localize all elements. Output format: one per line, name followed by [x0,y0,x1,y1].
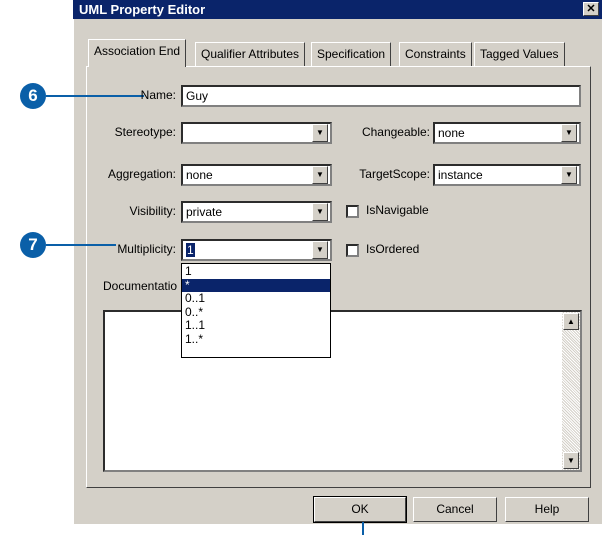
is-navigable-checkbox[interactable] [346,205,359,218]
close-icon[interactable]: ✕ [583,2,599,16]
chevron-down-icon[interactable]: ▼ [561,124,577,142]
scroll-up-icon[interactable]: ▲ [563,313,579,330]
stereotype-label: Stereotype: [114,125,176,139]
documentation-textarea[interactable] [103,310,582,472]
window-title: UML Property Editor [73,0,602,19]
multiplicity-dropdown-list: 1 * 0..1 0..* 1..1 1..* [181,263,331,358]
scroll-down-icon[interactable]: ▼ [563,452,579,469]
callout-pointer-line [362,522,364,535]
multiplicity-value: 1 [186,243,195,257]
callout-6: 6 [20,83,46,109]
cancel-button[interactable]: Cancel [413,497,497,522]
list-item[interactable]: 0..* [182,305,330,320]
chevron-down-icon[interactable]: ▼ [312,241,328,259]
chevron-down-icon[interactable]: ▼ [312,203,328,221]
tab-constraints[interactable]: Constraints [399,42,472,66]
help-button[interactable]: Help [505,497,589,522]
list-item[interactable]: 0..1 [182,292,330,306]
multiplicity-select[interactable]: 1 [181,239,332,261]
callout-7: 7 [20,232,46,258]
visibility-label: Visibility: [129,204,176,218]
is-ordered-checkbox[interactable] [346,244,359,257]
changeable-label: Changeable: [361,125,430,139]
ok-button[interactable]: OK [313,496,407,523]
tab-association-end[interactable]: Association End [88,39,187,67]
chevron-down-icon[interactable]: ▼ [561,166,577,184]
list-item[interactable]: 1..1 [182,319,330,333]
tab-tagged-values[interactable]: Tagged Values [474,42,565,66]
list-item[interactable]: 1 [182,265,330,279]
stereotype-select[interactable] [181,122,332,144]
changeable-select[interactable]: none [433,122,581,144]
is-navigable-label: IsNavigable [366,203,429,217]
tab-specification[interactable]: Specification [311,42,392,66]
target-scope-label: TargetScope: [359,167,430,181]
aggregation-select[interactable]: none [181,164,332,186]
aggregation-label: Aggregation: [107,167,176,181]
list-item[interactable]: 1..* [182,332,330,347]
tab-qualifier-attributes[interactable]: Qualifier Attributes [195,42,306,66]
name-label: Name: [140,88,176,102]
name-field[interactable]: Guy [181,85,581,107]
documentation-scrollbar[interactable] [562,312,580,470]
target-scope-select[interactable]: instance [433,164,581,186]
chevron-down-icon[interactable]: ▼ [312,124,328,142]
chevron-down-icon[interactable]: ▼ [312,166,328,184]
multiplicity-label: Multiplicity: [117,242,176,256]
is-ordered-label: IsOrdered [366,242,420,256]
visibility-select[interactable]: private [181,201,332,223]
list-item[interactable]: * [182,278,330,292]
documentation-label: Documentatio [103,279,178,293]
